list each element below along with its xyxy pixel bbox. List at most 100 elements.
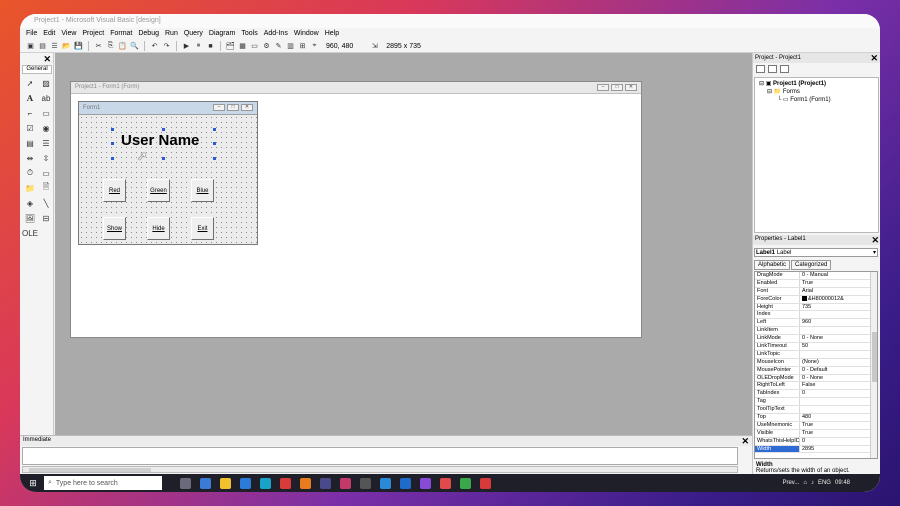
property-row[interactable]: ToolTipText [755, 406, 877, 415]
menu-help[interactable]: Help [325, 30, 339, 40]
selection-handle[interactable] [213, 142, 216, 145]
property-row[interactable]: Top 480 [755, 414, 877, 422]
menu-diagram[interactable]: Diagram [209, 30, 235, 40]
app-icon[interactable] [320, 477, 331, 489]
data-view-icon[interactable]: ▥ [286, 42, 295, 51]
chevron-down-icon[interactable]: ▾ [873, 249, 877, 257]
minimize-icon[interactable]: – [597, 84, 609, 91]
data-tool-icon[interactable]: ⊟ [39, 212, 53, 224]
selection-handle[interactable] [213, 157, 216, 160]
drivelistbox-tool-icon[interactable]: ▭ [39, 167, 53, 179]
menu-debug[interactable]: Debug [138, 30, 159, 40]
property-row[interactable]: LinkTopic [755, 350, 877, 359]
property-row[interactable]: LinkMode 0 - None [755, 335, 877, 344]
menu-query[interactable]: Query [184, 30, 203, 40]
property-row[interactable]: ForeColor &H80000012& [755, 295, 877, 304]
project-explorer-icon[interactable]: 🗂 [226, 42, 235, 51]
maximize-icon[interactable]: □ [227, 104, 239, 111]
maximize-icon[interactable]: □ [611, 84, 623, 91]
vscrollbar-tool-icon[interactable]: ⇳ [39, 152, 53, 164]
clock[interactable]: 09:48 [835, 480, 850, 486]
menu-editor-icon[interactable]: ☰ [50, 42, 59, 51]
app-icon[interactable] [440, 477, 451, 489]
file-explorer-icon[interactable] [220, 477, 231, 489]
app-icon[interactable] [380, 477, 391, 489]
save-icon[interactable]: 💾 [74, 42, 83, 51]
app-icon[interactable] [260, 477, 271, 489]
minimize-icon[interactable]: – [213, 104, 225, 111]
picturebox-tool-icon[interactable]: ▨ [39, 77, 53, 89]
optionbutton-tool-icon[interactable]: ◉ [39, 122, 53, 134]
open-icon[interactable]: 📂 [62, 42, 71, 51]
menu-run[interactable]: Run [165, 30, 178, 40]
property-row-selected[interactable]: Width 2895 [755, 445, 877, 454]
form1-canvas[interactable]: User Name ➚ Red Green Blue Show Hide Exi… [79, 115, 257, 244]
toggle-folders-icon[interactable] [780, 65, 789, 73]
task-view-icon[interactable] [180, 477, 191, 489]
undo-icon[interactable]: ↶ [150, 42, 159, 51]
menu-edit[interactable]: Edit [43, 30, 55, 40]
store-icon[interactable] [240, 477, 251, 489]
hide-button[interactable]: Hide [147, 217, 170, 240]
property-row[interactable]: MousePointer 0 - Default [755, 366, 877, 375]
filelistbox-tool-icon[interactable]: 🗎 [39, 182, 53, 194]
selection-handle[interactable] [111, 128, 114, 131]
commandbutton-tool-icon[interactable]: ▭ [39, 107, 53, 119]
property-row[interactable]: DragMode 0 - Manual [755, 272, 877, 280]
view-object-icon[interactable] [768, 65, 777, 73]
tree-item-project[interactable]: ⊟ ▣ Project1 (Project1) [759, 80, 878, 88]
red-button[interactable]: Red [103, 179, 126, 202]
app-icon[interactable] [360, 477, 371, 489]
properties-window-icon[interactable]: ▦ [238, 42, 247, 51]
windows-start-icon[interactable]: ⊞ [26, 476, 40, 490]
app-icon[interactable] [420, 477, 431, 489]
app-icon[interactable] [480, 477, 491, 489]
property-row[interactable]: Font Arial [755, 287, 877, 296]
start-icon[interactable]: ▶ [182, 42, 191, 51]
property-row[interactable]: Left 960 [755, 319, 877, 328]
property-row[interactable]: LinkItem [755, 327, 877, 336]
listbox-tool-icon[interactable]: ☰ [39, 137, 53, 149]
object-browser-icon[interactable]: ⚙ [262, 42, 271, 51]
menu-project[interactable]: Project [82, 30, 104, 40]
menu-file[interactable]: File [26, 30, 37, 40]
property-row[interactable]: Visible True [755, 429, 877, 438]
edge-icon[interactable] [200, 477, 211, 489]
line-tool-icon[interactable]: ╲ [39, 197, 53, 209]
exit-button[interactable]: Exit [191, 217, 214, 240]
user-name-label[interactable]: User Name [121, 132, 199, 149]
textbox-tool-icon[interactable]: ab [39, 92, 53, 104]
selection-handle[interactable] [213, 128, 216, 131]
redo-icon[interactable]: ↷ [162, 42, 171, 51]
word-icon[interactable] [400, 477, 411, 489]
break-icon[interactable]: ⏸ [194, 42, 203, 51]
menu-format[interactable]: Format [110, 30, 132, 40]
selection-handle[interactable] [111, 142, 114, 145]
menu-window[interactable]: Window [294, 30, 319, 40]
app-icon[interactable] [460, 477, 471, 489]
immediate-hscrollbar[interactable] [22, 466, 738, 473]
view-code-icon[interactable] [756, 65, 765, 73]
close-icon[interactable]: ✕ [43, 54, 51, 65]
properties-scrollbar[interactable] [870, 272, 877, 458]
taskbar-search[interactable]: ⌕ Type here to search [44, 476, 162, 490]
toolbox-tab-general[interactable]: General [22, 65, 52, 74]
menu-view[interactable]: View [61, 30, 76, 40]
timer-tool-icon[interactable]: ⏱ [23, 167, 37, 179]
property-row[interactable]: WhatsThisHelpID 0 [755, 437, 877, 446]
tab-alphabetic[interactable]: Alphabetic [754, 260, 791, 270]
close-icon[interactable]: ✕ [625, 84, 637, 91]
close-icon[interactable]: ✕ [741, 436, 749, 447]
object-selector[interactable]: Label1 Label ▾ [754, 248, 878, 257]
property-row[interactable]: OLEDropMode 0 - None [755, 374, 877, 383]
property-row[interactable]: Enabled True [755, 279, 877, 288]
property-row[interactable]: Index [755, 311, 877, 320]
shape-tool-icon[interactable]: ◈ [23, 197, 37, 209]
volume-icon[interactable]: ♪ [811, 480, 814, 486]
tree-item-form1[interactable]: └ ▭ Form1 (Form1) [759, 96, 878, 104]
add-project-icon[interactable]: ▣ [26, 42, 35, 51]
form1-window[interactable]: Form1 – □ ✕ User Name ➚ Red Green Blue S… [78, 101, 258, 245]
toolbox-icon[interactable]: ✎ [274, 42, 283, 51]
checkbox-tool-icon[interactable]: ☑ [23, 122, 37, 134]
show-button[interactable]: Show [103, 217, 126, 240]
